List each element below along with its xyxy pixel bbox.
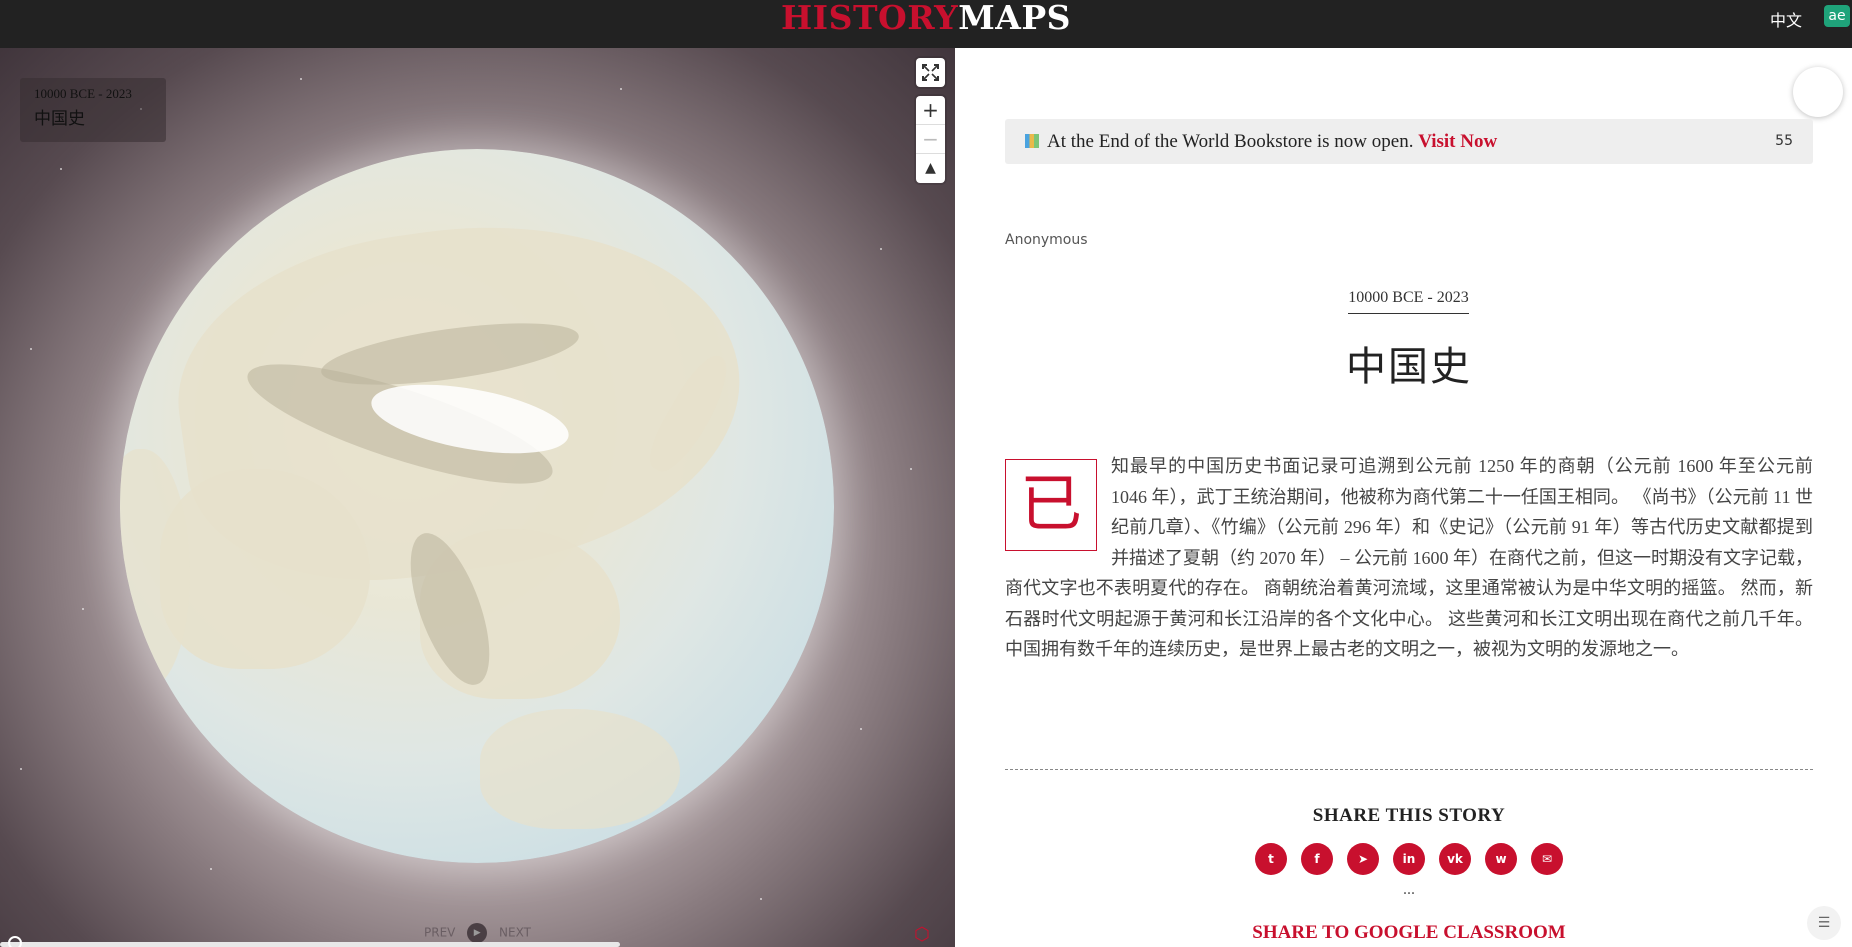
next-button[interactable]: NEXT <box>499 926 531 940</box>
language-selector[interactable]: 中文 <box>1770 7 1802 31</box>
banner-count: 55 <box>1775 133 1793 149</box>
books-icon <box>1025 134 1039 148</box>
article-title: 中国史 <box>1346 344 1472 389</box>
play-icon[interactable]: ▶ <box>467 923 488 943</box>
article-dates: 10000 BCE - 2023 <box>1005 289 1812 314</box>
timeline-label: 10000 BCE - 2023 中国史 <box>20 78 166 142</box>
star <box>760 898 762 900</box>
timeline-range: 10000 BCE - 2023 <box>34 86 132 101</box>
announcement-banner: At the End of the World Bookstore is now… <box>1005 119 1813 164</box>
map-panel[interactable]: 10000 BCE - 2023 中国史 + − ▲ PREV ▶ NEXT ⬡ <box>0 48 955 947</box>
email-icon[interactable]: ✉ <box>1531 843 1563 875</box>
share-title: SHARE THIS STORY <box>1312 805 1506 826</box>
google-classroom-link[interactable]: SHARE TO GOOGLE CLASSROOM <box>1005 922 1813 944</box>
linkedin-icon[interactable]: in <box>1393 843 1425 875</box>
star <box>20 768 22 770</box>
vk-icon[interactable]: vk <box>1439 843 1471 875</box>
australia-landmass <box>480 709 680 829</box>
translate-icon[interactable]: ae <box>1824 5 1850 27</box>
zoom-controls: + − ▲ <box>916 96 945 183</box>
logo-history: HISTORY <box>781 0 959 37</box>
article-author: Anonymous <box>1005 232 1088 248</box>
logo-maps: MAPS <box>958 0 1071 37</box>
twitter-icon[interactable]: t <box>1255 843 1287 875</box>
star <box>82 608 84 610</box>
share-buttons: t f ➤ in vk w ✉ <box>1005 843 1813 875</box>
divider <box>1005 769 1813 770</box>
more-share-options[interactable]: ... <box>1005 881 1813 899</box>
expand-icon <box>922 64 939 81</box>
zoom-in-button[interactable]: + <box>916 96 945 125</box>
zoom-out-button[interactable]: − <box>916 125 945 154</box>
list-icon[interactable]: ☰ <box>1807 906 1841 940</box>
facebook-icon[interactable]: f <box>1301 843 1333 875</box>
compass-icon[interactable]: ▲ <box>916 154 945 183</box>
article-paragraph: 知最早的中国历史书面记录可追溯到公元前 1250 年的商朝（公元前 1600 年… <box>1005 456 1813 659</box>
star <box>620 88 622 90</box>
star <box>860 728 862 730</box>
telegram-icon[interactable]: ➤ <box>1347 843 1379 875</box>
top-bar: HISTORYMAPS 中文 ae <box>0 0 1852 48</box>
weibo-icon[interactable]: w <box>1485 843 1517 875</box>
fullscreen-button[interactable] <box>916 58 945 87</box>
timeline-title: 中国史 <box>34 109 85 128</box>
star <box>60 168 62 170</box>
banner-text: At the End of the World Bookstore is now… <box>1047 131 1414 152</box>
star <box>880 248 882 250</box>
drop-cap: 已 <box>1005 459 1097 551</box>
article-panel: At the End of the World Bookstore is now… <box>955 48 1852 947</box>
visit-now-link[interactable]: Visit Now <box>1418 131 1497 152</box>
star <box>210 868 212 870</box>
prev-button[interactable]: PREV <box>424 926 455 940</box>
star <box>300 78 302 80</box>
prev-next-nav: PREV ▶ NEXT <box>424 923 531 943</box>
date-range: 10000 BCE - 2023 <box>1348 289 1469 314</box>
arabia-landmass <box>120 449 190 689</box>
site-logo[interactable]: HISTORYMAPS <box>0 0 1852 36</box>
globe[interactable] <box>120 149 834 863</box>
timeline-scrollbar[interactable] <box>0 942 620 947</box>
star <box>910 468 912 470</box>
article-body: 已 知最早的中国历史书面记录可追溯到公元前 1250 年的商朝（公元前 1600… <box>1005 451 1813 665</box>
3d-view-icon[interactable]: ⬡ <box>914 924 936 945</box>
timeline-handle[interactable] <box>8 936 22 947</box>
user-menu-button[interactable] <box>1793 67 1843 117</box>
star <box>30 348 32 350</box>
